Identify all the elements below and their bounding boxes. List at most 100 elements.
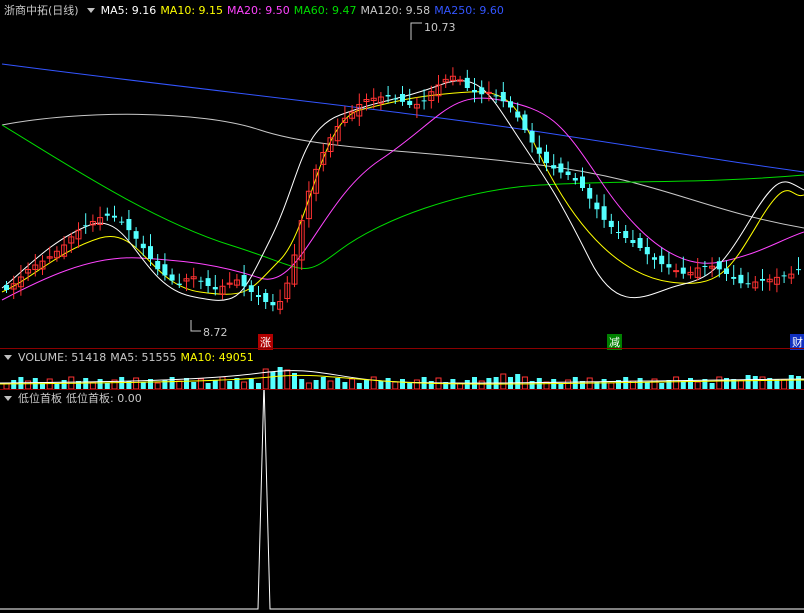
candle-body	[392, 98, 398, 100]
candle-body	[608, 220, 614, 227]
volume-bar	[335, 378, 341, 389]
candle-body	[623, 231, 629, 238]
volume-bar	[61, 380, 67, 389]
volume-bar	[169, 377, 175, 389]
candle-body	[544, 151, 549, 164]
volume-bar	[299, 379, 305, 389]
candlestick-chart[interactable]	[0, 0, 804, 348]
candle-body	[140, 243, 146, 249]
candle-body	[716, 261, 722, 270]
candle-body	[796, 269, 801, 271]
indicator-line	[0, 390, 804, 610]
candle-body	[616, 232, 621, 233]
candle-body	[400, 94, 405, 102]
candle-body	[738, 274, 744, 284]
volume-bar	[680, 381, 686, 389]
volume-bar	[478, 380, 485, 389]
volume-bar	[327, 380, 334, 389]
candle-body	[112, 215, 117, 218]
candle-body	[666, 264, 672, 268]
candle-body	[515, 111, 521, 118]
volume-bar	[688, 378, 693, 389]
candle-body	[104, 213, 110, 216]
candle-body	[594, 202, 600, 210]
volume-bar	[313, 380, 319, 389]
volume-panel[interactable]: VOLUME: 51418 MA5: 51555 MA10: 49051	[0, 349, 804, 389]
candle-body	[493, 95, 499, 97]
low-price-label: 8.72	[203, 326, 228, 339]
volume-bar	[515, 374, 521, 389]
candle-body	[601, 206, 607, 220]
candle-body	[169, 274, 175, 281]
volume-bar	[673, 376, 680, 389]
candle-body	[479, 87, 485, 95]
candle-body	[580, 176, 585, 188]
candle-body	[119, 221, 125, 223]
volume-bar	[277, 367, 283, 389]
volume-bar	[752, 376, 758, 389]
volume-bar	[241, 381, 248, 389]
candle-body	[270, 302, 276, 306]
candle-body	[659, 255, 665, 265]
price-panel[interactable]: 浙商中拓(日线) MA5: 9.16 MA10: 9.15 MA20: 9.50…	[0, 0, 804, 350]
indicator-panel[interactable]: 低位首板 低位首板: 0.00	[0, 390, 804, 613]
volume-bar	[716, 376, 723, 389]
candle-body	[551, 165, 557, 169]
volume-bar	[97, 379, 103, 389]
candle-body	[724, 268, 729, 274]
candle-body	[464, 77, 470, 88]
candle-body	[536, 147, 542, 154]
volume-bar	[342, 382, 348, 389]
volume-bar	[320, 377, 326, 389]
ma250-line	[1, 63, 804, 173]
volume-bar	[694, 381, 701, 389]
low-pointer	[190, 320, 201, 332]
candle-body	[500, 92, 506, 102]
volume-bar	[370, 376, 377, 389]
volume-bar	[284, 369, 291, 389]
candle-body	[760, 279, 765, 281]
candle-body	[587, 188, 593, 199]
candle-body	[630, 240, 636, 243]
volume-bar	[176, 380, 183, 389]
candle-body	[680, 267, 686, 274]
volume-bar	[364, 380, 369, 389]
candle-body	[212, 287, 218, 290]
candle-body	[781, 275, 787, 277]
candle-body	[198, 280, 204, 282]
candle-body	[133, 231, 139, 239]
volume-bar	[191, 382, 197, 389]
candle-body	[637, 238, 643, 248]
candle-body	[407, 100, 413, 105]
candle-body	[256, 295, 261, 297]
high-price-label: 10.73	[424, 21, 456, 34]
candle-body	[205, 278, 211, 286]
candle-body	[745, 283, 751, 285]
volume-bar	[796, 376, 801, 389]
volume-bar	[745, 375, 751, 389]
indicator-chart[interactable]	[0, 390, 804, 613]
volume-bar	[184, 378, 189, 389]
candle-body	[731, 277, 737, 279]
candle-body	[652, 257, 657, 260]
candle-body	[4, 285, 9, 290]
candle-body	[248, 285, 254, 292]
candle-body	[529, 131, 535, 143]
volume-bar	[464, 380, 470, 389]
candle-body	[558, 163, 564, 173]
candle-body	[241, 275, 247, 287]
volume-bar	[644, 382, 650, 389]
candle-body	[126, 219, 132, 231]
volume-bar	[637, 378, 643, 389]
volume-chart[interactable]	[0, 349, 804, 389]
volume-bar	[248, 379, 254, 389]
volume-bar	[140, 382, 146, 389]
volume-bar	[500, 373, 507, 389]
volume-bar	[601, 379, 607, 389]
volume-bar	[737, 379, 744, 389]
volume-bar	[759, 376, 766, 389]
volume-bar	[392, 381, 399, 389]
volume-bar	[11, 380, 17, 389]
volume-bar	[270, 372, 276, 389]
candle-body	[572, 178, 578, 181]
